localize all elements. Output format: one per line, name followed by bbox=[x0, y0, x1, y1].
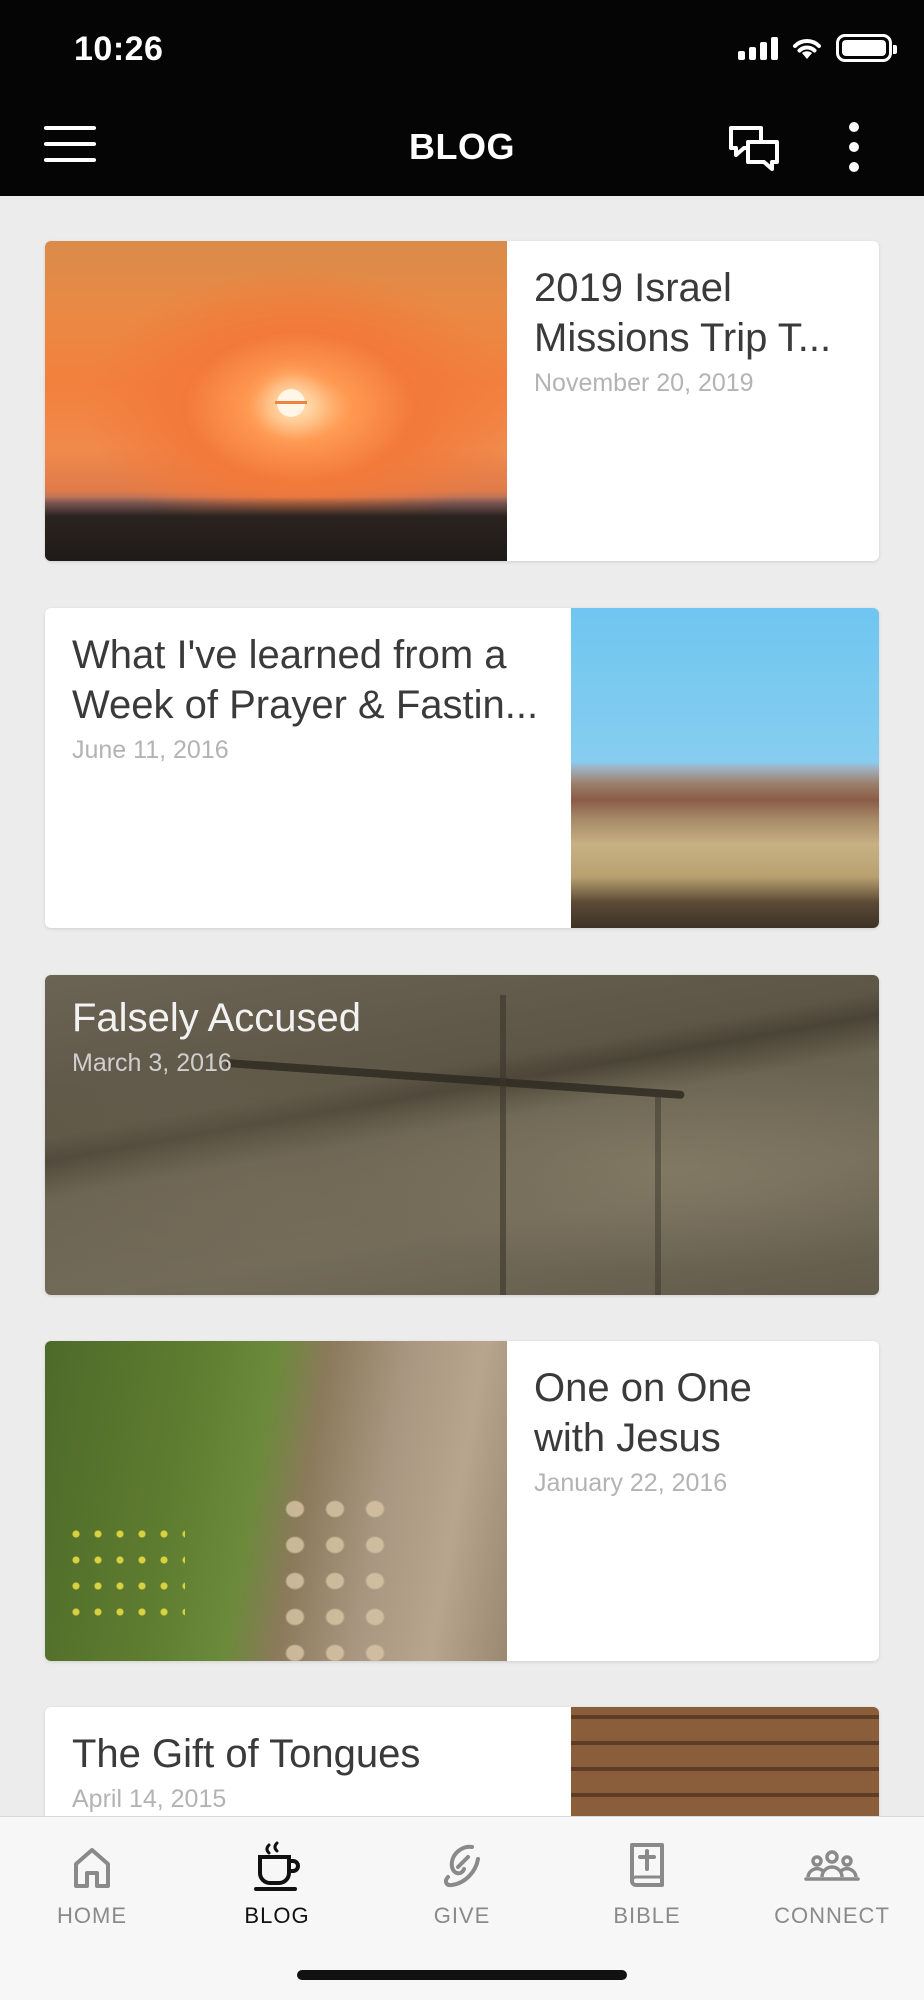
tab-label: CONNECT bbox=[774, 1903, 890, 1928]
cellular-signal-icon bbox=[738, 36, 778, 60]
status-time: 10:26 bbox=[74, 30, 164, 68]
tab-give[interactable]: GIVE bbox=[370, 1817, 554, 1947]
bible-book-icon bbox=[630, 1843, 664, 1887]
post-title: Falsely Accused bbox=[72, 993, 772, 1043]
post-title-line: Week of Prayer & Fastin... bbox=[72, 683, 539, 727]
tab-label: HOME bbox=[57, 1903, 127, 1928]
post-title-line: Missions Trip T... bbox=[534, 316, 832, 360]
post-text: 2019 Israel Missions Trip T... November … bbox=[534, 263, 864, 398]
blog-feed[interactable]: 2019 Israel Missions Trip T... November … bbox=[0, 196, 924, 1816]
blog-post-card[interactable]: Falsely Accused March 3, 2016 bbox=[45, 975, 879, 1295]
home-indicator[interactable] bbox=[297, 1970, 627, 1980]
post-title-line: with Jesus bbox=[534, 1416, 721, 1460]
post-title: What I've learned from a Week of Prayer … bbox=[72, 630, 592, 730]
people-group-icon bbox=[804, 1850, 860, 1881]
post-text: Falsely Accused March 3, 2016 bbox=[72, 993, 772, 1078]
post-date: June 11, 2016 bbox=[72, 736, 229, 764]
sun-graphic bbox=[275, 389, 307, 417]
post-text: One on One with Jesus January 22, 2016 bbox=[534, 1363, 864, 1498]
post-title-line: One on One bbox=[534, 1366, 752, 1410]
post-date: April 14, 2015 bbox=[72, 1785, 227, 1813]
post-image-arch bbox=[571, 1707, 879, 1816]
post-title-line: The Gift of Tongues bbox=[72, 1732, 421, 1776]
post-image-sunset bbox=[45, 241, 507, 561]
tab-home[interactable]: HOME bbox=[0, 1817, 184, 1947]
post-date: November 20, 2019 bbox=[534, 369, 754, 397]
post-text: The Gift of Tongues April 14, 2015 bbox=[72, 1729, 552, 1814]
chat-bubbles-icon[interactable] bbox=[728, 124, 780, 172]
blog-post-card[interactable]: One on One with Jesus January 22, 2016 bbox=[45, 1341, 879, 1661]
coffee-cup-icon bbox=[254, 1841, 300, 1891]
home-icon bbox=[74, 1848, 110, 1888]
more-options-icon[interactable] bbox=[842, 122, 866, 172]
post-title: The Gift of Tongues bbox=[72, 1729, 552, 1779]
post-title-line: 2019 Israel bbox=[534, 266, 732, 310]
status-icons bbox=[738, 34, 897, 62]
post-date: January 22, 2016 bbox=[534, 1469, 728, 1497]
blog-post-card[interactable]: The Gift of Tongues April 14, 2015 bbox=[45, 1707, 879, 1816]
tab-connect[interactable]: CONNECT bbox=[740, 1817, 924, 1947]
post-image-path bbox=[45, 1341, 507, 1661]
post-title-line: What I've learned from a bbox=[72, 633, 507, 677]
post-text: What I've learned from a Week of Prayer … bbox=[72, 630, 592, 765]
tab-label: BLOG bbox=[244, 1903, 310, 1928]
post-image-canyon bbox=[571, 608, 879, 928]
wifi-icon bbox=[793, 39, 821, 59]
tab-bible[interactable]: BIBLE bbox=[555, 1817, 739, 1947]
tab-label: GIVE bbox=[433, 1903, 491, 1928]
give-hand-icon bbox=[443, 1844, 480, 1888]
post-title: 2019 Israel Missions Trip T... bbox=[534, 263, 864, 363]
post-title: One on One with Jesus bbox=[534, 1363, 864, 1463]
battery-icon bbox=[836, 34, 897, 62]
blog-post-card[interactable]: 2019 Israel Missions Trip T... November … bbox=[45, 241, 879, 561]
tab-label: BIBLE bbox=[613, 1903, 681, 1928]
post-title-line: Falsely Accused bbox=[72, 996, 362, 1040]
tab-blog[interactable]: BLOG bbox=[185, 1817, 369, 1947]
post-date: March 3, 2016 bbox=[72, 1049, 232, 1077]
blog-post-card[interactable]: What I've learned from a Week of Prayer … bbox=[45, 608, 879, 928]
page-title: BLOG bbox=[409, 126, 515, 167]
app-header: 10:26 BLOG bbox=[0, 0, 924, 196]
